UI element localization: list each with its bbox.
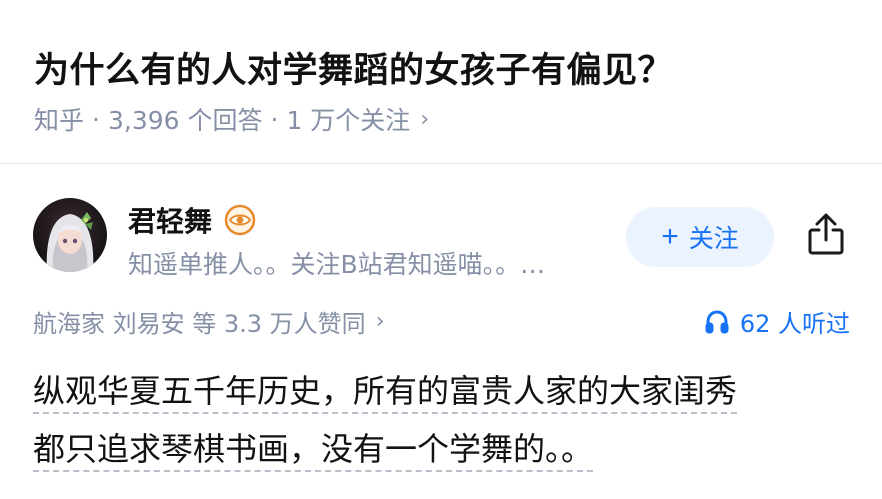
answer-content[interactable]: 纵观华夏五千年历史，所有的富贵人家的大家闺秀 都只追求琴棋书画，没有一个学舞的。… <box>33 362 853 478</box>
author-name-label: 君轻舞 <box>128 205 213 238</box>
source-label: 知乎 <box>34 106 85 135</box>
question-meta[interactable]: 知乎 · 3,396 个回答 · 1 万个关注 › <box>34 101 429 137</box>
share-icon[interactable] <box>806 212 846 256</box>
voters-text: 航海家 刘易安 等 3.3 万人赞同 <box>33 310 366 338</box>
chevron-right-icon: › <box>420 106 430 132</box>
follow-label: 关注 <box>688 225 739 253</box>
follower-count: 1 万个关注 <box>286 106 411 135</box>
voters-summary[interactable]: 航海家 刘易安 等 3.3 万人赞同 › <box>33 304 385 339</box>
chevron-right-icon: › <box>375 309 385 334</box>
answer-line: 都只追求琴棋书画，没有一个学舞的。。 <box>33 420 853 478</box>
question-header: 为什么有的人对学舞蹈的女孩子有偏见？ 知乎 · 3,396 个回答 · 1 万个… <box>0 0 882 163</box>
follow-button[interactable]: + 关注 <box>626 207 774 267</box>
eye-badge-icon <box>224 204 256 236</box>
headphones-icon <box>705 309 729 333</box>
avatar[interactable] <box>33 198 107 272</box>
answer-line: 纵观华夏五千年历史，所有的富贵人家的大家闺秀 <box>33 362 853 420</box>
listen-count-label: 62 人听过 <box>739 310 850 338</box>
separator: · <box>270 104 279 134</box>
author-name[interactable]: 君轻舞 <box>128 200 256 240</box>
plus-icon: + <box>661 220 679 253</box>
question-title[interactable]: 为什么有的人对学舞蹈的女孩子有偏见？ <box>34 42 673 93</box>
divider <box>0 163 882 164</box>
author-bio: 知遥单推人。。关注B站君知遥喵。。… <box>128 250 546 279</box>
answer-count: 3,396 个回答 <box>107 106 263 135</box>
separator: · <box>92 104 100 134</box>
listen-count[interactable]: 62 人听过 <box>704 304 850 339</box>
